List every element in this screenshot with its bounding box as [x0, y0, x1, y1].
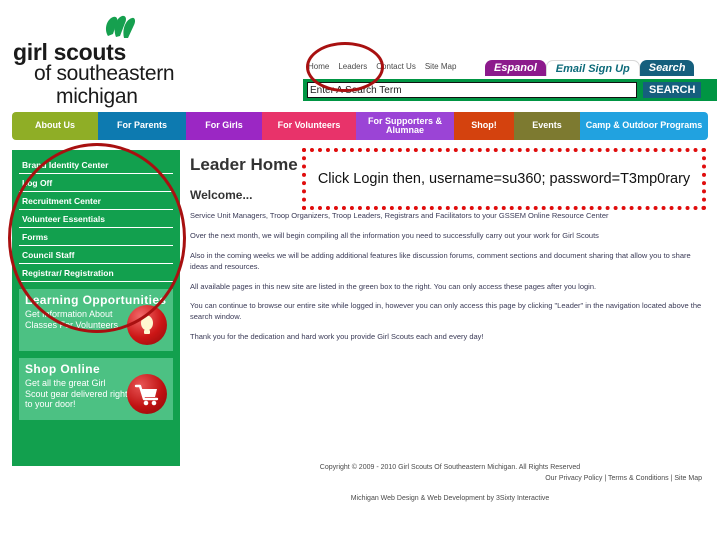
content-paragraph-2: Also in the coming weeks we will be addi… [190, 250, 691, 271]
promo-learning-opportunities[interactable]: Learning Opportunities Get Information Ab… [19, 289, 173, 351]
sidebar-link-registrar-registration[interactable]: Registrar/ Registration [19, 264, 173, 282]
content-paragraph-0: Service Unit Managers, Troop Organizers,… [190, 211, 609, 220]
promo-body: Get Information About Classes For Volunt… [25, 309, 119, 330]
content-paragraph-3: All available pages in this new site are… [190, 281, 597, 291]
search-input[interactable] [307, 82, 637, 98]
sidebar-promos: Learning Opportunities Get Information Ab… [19, 289, 173, 420]
nav-item-for-girls[interactable]: For Girls [186, 112, 262, 140]
footer-credit: Michigan Web Design & Web Development by… [350, 495, 550, 503]
sidebar-link-recruitment-center[interactable]: Recruitment Center [19, 192, 173, 210]
site-header: girl scouts of southeastern michigan Hom… [0, 0, 720, 108]
sidebar-link-brand-identity-center[interactable]: Brand Identity Center [19, 156, 173, 174]
content-paragraph-1: Over the next month, we will begin compi… [190, 230, 599, 240]
content-paragraph-5: Thank you for the dedication and hard wo… [190, 332, 484, 342]
nav-item-events[interactable]: Events [514, 112, 580, 140]
nav-item-shop[interactable]: Shop! [454, 112, 514, 140]
annotation-callout-box: Click Login then, username=su360; passwo… [302, 148, 706, 210]
utility-nav-item-0[interactable]: Home [308, 62, 329, 71]
nav-item-for-parents[interactable]: For Parents [98, 112, 186, 140]
footer-copyright: Copyright © 2009 - 2010 Girl Scouts Of S… [319, 464, 581, 471]
promo-body: Get all the great Girl Scout gear delive… [25, 378, 128, 410]
sidebar-link-council-staff[interactable]: Council Staff [19, 246, 173, 264]
main-navigation: About Us For Parents For Girls For Voluntee… [12, 112, 708, 140]
utility-nav: Home Leaders Contact Us Site Map [308, 62, 465, 71]
logo-line-3: michigan [56, 85, 138, 108]
header-tab-email-sign-up[interactable]: Email Sign Up [545, 60, 640, 76]
sidebar-link-forms[interactable]: Forms [19, 228, 173, 246]
nav-item-about-us[interactable]: About Us [12, 112, 98, 140]
sidebar-link-log-off[interactable]: Log Off [19, 174, 173, 192]
utility-nav-item-3[interactable]: Site Map [425, 62, 457, 71]
header-tabs: Espanol Email Sign Up Search [485, 60, 695, 76]
page-root: girl scouts of southeastern michigan Hom… [0, 0, 720, 540]
site-logo[interactable]: girl scouts of southeastern michigan [8, 12, 188, 108]
site-footer: Copyright © 2009 - 2010 Girl Scouts Of S… [190, 462, 710, 505]
shopping-cart-icon [127, 374, 167, 414]
sidebar-links: Brand Identity Center Log Off Recruitment … [19, 156, 173, 282]
sidebar: Brand Identity Center Log Off Recruitment … [12, 150, 180, 466]
logo-line-2: of southeastern [34, 62, 175, 85]
header-tab-search[interactable]: Search [639, 60, 695, 76]
nav-item-for-volunteers[interactable]: For Volunteers [262, 112, 356, 140]
nav-item-camp-outdoor-programs[interactable]: Camp & Outdoor Programs [580, 112, 708, 140]
header-tab-espanol[interactable]: Espanol [485, 60, 546, 76]
search-bar: SEARCH [303, 79, 717, 101]
content-paragraph-4: You can continue to browse our entire si… [190, 301, 702, 322]
nav-item-for-supporters-alumnae[interactable]: For Supporters & Alumnae [356, 112, 454, 140]
search-button[interactable]: SEARCH [643, 82, 702, 98]
utility-nav-item-1[interactable]: Leaders [338, 62, 367, 71]
promo-shop-online[interactable]: Shop Online Get all the great Girl Scout … [19, 358, 173, 420]
footer-links[interactable]: Our Privacy Policy | Terms & Conditions … [190, 473, 710, 484]
annotation-callout-text: Click Login then, username=su360; passwo… [317, 170, 691, 187]
utility-nav-item-2[interactable]: Contact Us [376, 62, 416, 71]
sidebar-link-volunteer-essentials[interactable]: Volunteer Essentials [19, 210, 173, 228]
content-paragraphs: Service Unit Managers, Troop Organizers,… [190, 211, 710, 343]
lightbulb-icon [127, 305, 167, 345]
